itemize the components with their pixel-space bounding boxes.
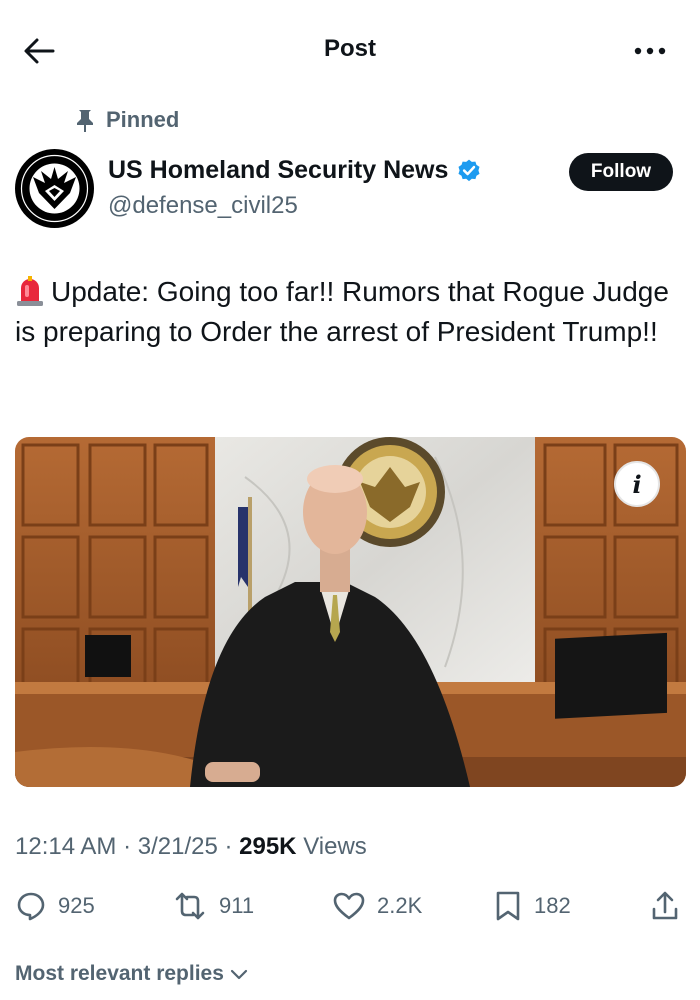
page-title: Post (323, 35, 376, 62)
follow-button[interactable]: Follow (569, 153, 673, 191)
reply-button[interactable]: 925 (16, 890, 95, 922)
separator: · (116, 833, 138, 860)
separator: · (217, 833, 240, 860)
repost-icon (175, 892, 205, 920)
avatar[interactable] (15, 149, 94, 228)
repost-button[interactable]: 911 (173, 890, 254, 922)
like-button[interactable]: 2.2K (333, 890, 422, 922)
post-time: 12:14 AM (15, 833, 117, 860)
post-date: 3/21/25 (137, 833, 218, 860)
author-name[interactable]: US Homeland Security News (108, 156, 482, 185)
author-handle[interactable]: @defense_civil25 (108, 192, 298, 220)
pin-icon (77, 110, 93, 132)
views-count: 295K (239, 833, 297, 860)
replies-sort-dropdown[interactable]: Most relevant replies (15, 962, 250, 986)
pinned-label: Pinned (106, 107, 180, 132)
siren-emoji (17, 276, 43, 306)
like-icon (333, 892, 365, 920)
reply-icon (17, 892, 45, 921)
bookmark-button[interactable]: 182 (494, 890, 571, 922)
more-icon[interactable] (632, 40, 668, 62)
views-label: Views (303, 833, 367, 860)
pinned-indicator: Pinned (76, 106, 179, 134)
post-metadata: 12:14 AM · 3/21/25 · 295K Views (15, 833, 367, 861)
bookmark-icon (496, 891, 520, 921)
share-icon[interactable] (650, 890, 680, 922)
verified-badge-icon (458, 159, 480, 181)
chevron-down-icon (230, 969, 248, 980)
info-icon[interactable]: i (614, 461, 660, 507)
post-image[interactable] (15, 437, 686, 787)
post-text: Update: Going too far!! Rumors that Rogu… (15, 276, 669, 347)
